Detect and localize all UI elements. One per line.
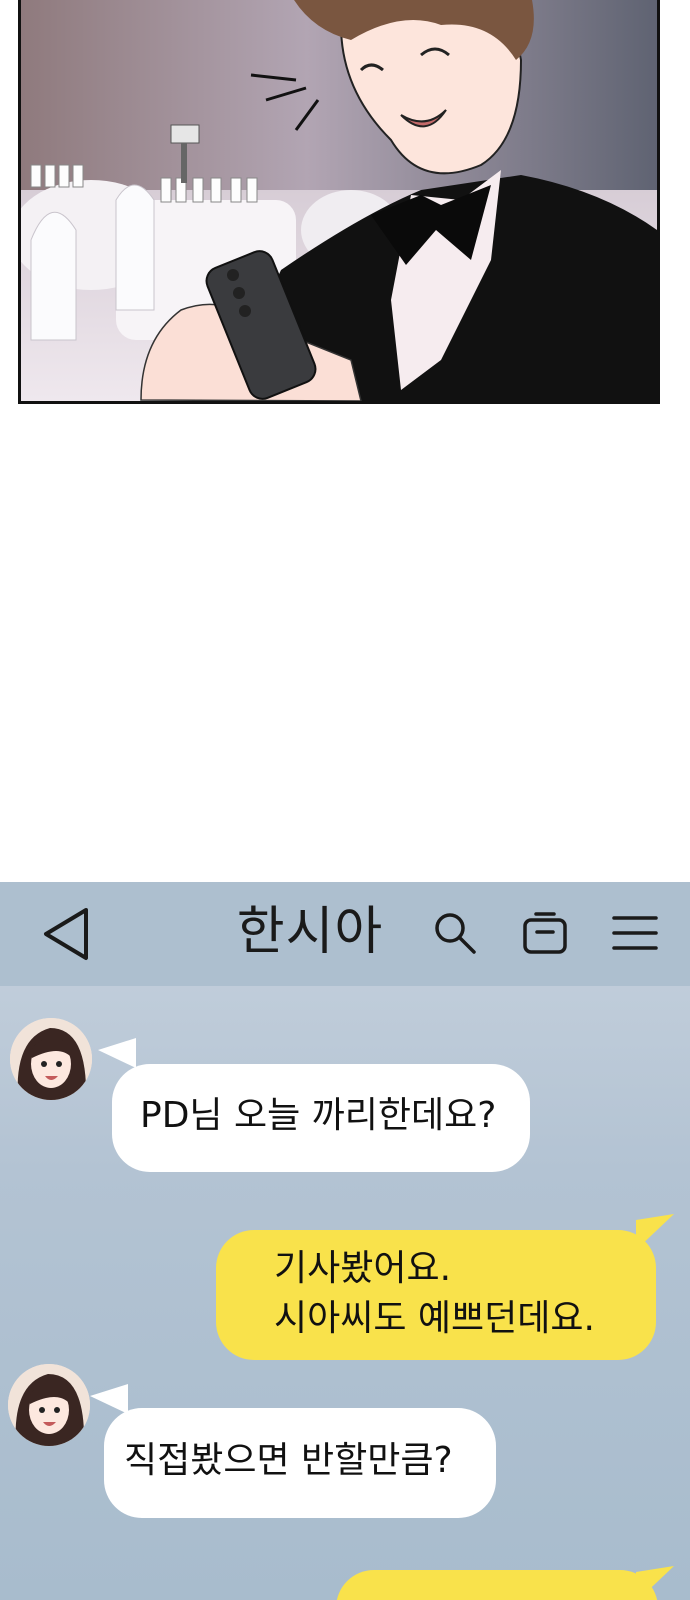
message-bubble-incoming[interactable]: PD님 오늘 까리한데요?: [112, 1064, 530, 1172]
inbox-icon[interactable]: [520, 908, 570, 958]
avatar[interactable]: [10, 1018, 92, 1100]
message-bubble-outgoing[interactable]: [336, 1570, 658, 1600]
message-bubble-outgoing[interactable]: 기사봤어요. 시아씨도 예쁘던데요.: [216, 1230, 656, 1360]
chat-screen: 한시아 PD님 오늘 까리한데요? 기사봤어요. 시아씨도 예쁘던데요. 직접봤…: [0, 882, 690, 1600]
back-triangle-icon[interactable]: [40, 904, 92, 964]
avatar[interactable]: [8, 1364, 90, 1446]
bubble-tail: [98, 1038, 136, 1068]
hamburger-menu-icon[interactable]: [610, 908, 660, 958]
bubble-tail: [90, 1384, 128, 1414]
avatar-woman-smiling: [10, 1018, 92, 1100]
avatar-woman-smiling: [8, 1364, 90, 1446]
comic-illustration: [21, 0, 657, 401]
chat-top-bar: 한시아: [0, 882, 690, 986]
message-text: PD님 오늘 까리한데요?: [140, 1095, 497, 1136]
message-bubble-incoming[interactable]: 직접봤으면 반할만큼?: [104, 1408, 496, 1518]
comic-panel: [18, 0, 660, 404]
message-text: 기사봤어요. 시아씨도 예쁘던데요.: [274, 1248, 595, 1339]
search-icon[interactable]: [430, 908, 480, 958]
chat-title: 한시아: [236, 902, 384, 962]
message-text: 직접봤으면 반할만큼?: [124, 1440, 453, 1481]
